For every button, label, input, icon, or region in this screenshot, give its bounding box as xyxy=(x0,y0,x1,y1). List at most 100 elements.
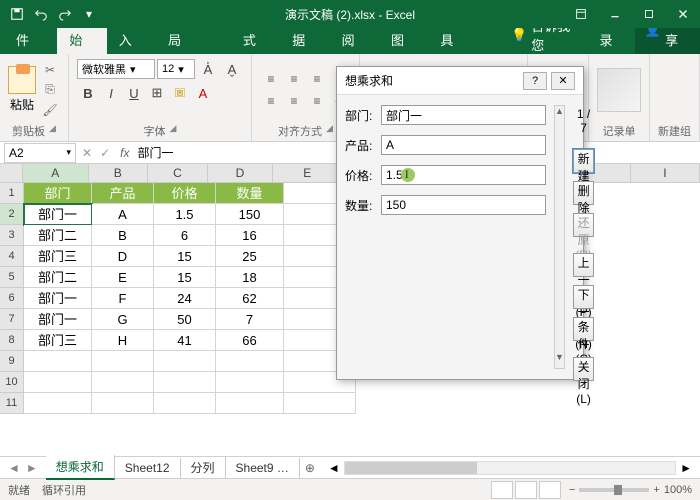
dialog-close-button[interactable]: ✕ xyxy=(551,72,575,90)
cell[interactable]: 150 xyxy=(216,204,284,225)
cell[interactable] xyxy=(92,372,154,393)
horizontal-scrollbar[interactable] xyxy=(344,461,676,475)
sheet-nav-next[interactable]: ► xyxy=(26,461,38,475)
close-button[interactable] xyxy=(666,0,700,28)
cell[interactable]: 数量 xyxy=(216,183,284,204)
bold-button[interactable]: B xyxy=(77,82,99,104)
row-header[interactable]: 10 xyxy=(0,372,24,393)
next-record-button[interactable]: 下一条(N) xyxy=(573,285,594,309)
align-center-button[interactable]: ≡ xyxy=(283,91,305,111)
cell[interactable]: 7 xyxy=(216,309,284,330)
zoom-level[interactable]: 100% xyxy=(664,484,692,496)
cell[interactable]: 部门二 xyxy=(24,267,92,288)
cell[interactable]: 部门二 xyxy=(24,225,92,246)
sheet-tab[interactable]: Sheet12 xyxy=(115,458,181,478)
cell[interactable] xyxy=(24,372,92,393)
select-all-corner[interactable] xyxy=(0,164,23,182)
scroll-up-button[interactable]: ▲ xyxy=(555,106,564,122)
cell[interactable] xyxy=(92,351,154,372)
row-header[interactable]: 6 xyxy=(0,288,24,309)
cell[interactable]: D xyxy=(92,246,154,267)
clipboard-launcher[interactable]: ◢ xyxy=(49,123,56,139)
format-painter-button[interactable]: 🖌 xyxy=(40,101,60,119)
cell[interactable] xyxy=(216,351,284,372)
col-header-d[interactable]: D xyxy=(208,164,273,182)
row-header[interactable]: 1 xyxy=(0,183,24,204)
fx-icon[interactable]: fx xyxy=(120,146,129,160)
cell[interactable]: 18 xyxy=(216,267,284,288)
row-header[interactable]: 8 xyxy=(0,330,24,351)
minimize-button[interactable] xyxy=(598,0,632,28)
cell[interactable] xyxy=(154,393,216,414)
cell[interactable]: 25 xyxy=(216,246,284,267)
scroll-right-button[interactable]: ► xyxy=(680,461,692,475)
cell[interactable] xyxy=(154,372,216,393)
cell[interactable]: 15 xyxy=(154,267,216,288)
fill-color-button[interactable]: 🞖 xyxy=(169,82,191,104)
align-top-button[interactable]: ≡ xyxy=(260,69,282,89)
col-header-i[interactable]: I xyxy=(631,164,700,182)
increase-font-button[interactable]: A͐ xyxy=(197,58,219,80)
cell[interactable] xyxy=(24,393,92,414)
sheet-tab[interactable]: 分列 xyxy=(181,456,226,479)
undo-button[interactable] xyxy=(30,3,52,25)
cell[interactable]: H xyxy=(92,330,154,351)
scroll-down-button[interactable]: ▼ xyxy=(555,352,564,368)
view-pagebreak-button[interactable] xyxy=(539,481,561,499)
dialog-help-button[interactable]: ? xyxy=(523,72,547,90)
cancel-formula-button[interactable]: ✕ xyxy=(82,146,92,160)
cells[interactable]: 部门产品价格数量部门一A1.5150部门二B616部门三D1525部门二E151… xyxy=(24,183,356,414)
dept-input[interactable] xyxy=(381,105,546,125)
font-launcher[interactable]: ◢ xyxy=(170,123,177,139)
save-button[interactable] xyxy=(6,3,28,25)
align-left-button[interactable]: ≡ xyxy=(260,91,282,111)
cell[interactable] xyxy=(24,351,92,372)
col-header-e[interactable]: E xyxy=(273,164,342,182)
add-sheet-button[interactable]: ⊕ xyxy=(300,461,320,475)
cell[interactable]: 66 xyxy=(216,330,284,351)
cell[interactable]: G xyxy=(92,309,154,330)
align-middle-button[interactable]: ≡ xyxy=(283,69,305,89)
row-header[interactable]: 9 xyxy=(0,351,24,372)
zoom-slider[interactable] xyxy=(579,488,649,492)
price-input[interactable]: 1.5 xyxy=(381,165,546,185)
cell[interactable]: 1.5 xyxy=(154,204,216,225)
row-header[interactable]: 7 xyxy=(0,309,24,330)
cell[interactable]: 41 xyxy=(154,330,216,351)
col-header-c[interactable]: C xyxy=(148,164,208,182)
cell[interactable] xyxy=(92,393,154,414)
cell[interactable]: 62 xyxy=(216,288,284,309)
cell[interactable]: 24 xyxy=(154,288,216,309)
cell[interactable]: 部门三 xyxy=(24,246,92,267)
cell[interactable]: A xyxy=(92,204,154,225)
criteria-button[interactable]: 条件(C) xyxy=(573,317,594,341)
cell[interactable]: 部门一 xyxy=(24,204,92,225)
cell[interactable]: B xyxy=(92,225,154,246)
prev-record-button[interactable]: 上一条(P) xyxy=(573,253,594,277)
cut-button[interactable]: ✂ xyxy=(40,61,60,79)
cell[interactable] xyxy=(284,393,356,414)
row-header[interactable]: 3 xyxy=(0,225,24,246)
border-button[interactable]: ⊞ xyxy=(146,82,168,104)
col-header-a[interactable]: A xyxy=(23,164,88,182)
underline-button[interactable]: U xyxy=(123,82,145,104)
row-header[interactable]: 2 xyxy=(0,204,24,225)
restore-button[interactable]: 还原(R) xyxy=(573,213,594,237)
view-normal-button[interactable] xyxy=(491,481,513,499)
cell[interactable]: 部门三 xyxy=(24,330,92,351)
alignment-launcher[interactable]: ◢ xyxy=(326,123,333,139)
cell[interactable]: 部门一 xyxy=(24,309,92,330)
record-form-button[interactable] xyxy=(597,68,641,112)
col-header-b[interactable]: B xyxy=(89,164,149,182)
sheet-tab[interactable]: 想乘求和 xyxy=(46,455,115,480)
dialog-scrollbar[interactable]: ▲ ▼ xyxy=(554,105,565,369)
decrease-font-button[interactable]: A̬ xyxy=(221,58,243,80)
cell[interactable] xyxy=(216,393,284,414)
cell[interactable] xyxy=(154,351,216,372)
sheet-tab[interactable]: Sheet9 … xyxy=(226,458,300,478)
cell[interactable]: 部门一 xyxy=(24,288,92,309)
zoom-out-button[interactable]: − xyxy=(569,484,575,496)
enter-formula-button[interactable]: ✓ xyxy=(100,146,110,160)
font-size-select[interactable]: 12▾ xyxy=(157,59,195,79)
cell[interactable]: 50 xyxy=(154,309,216,330)
